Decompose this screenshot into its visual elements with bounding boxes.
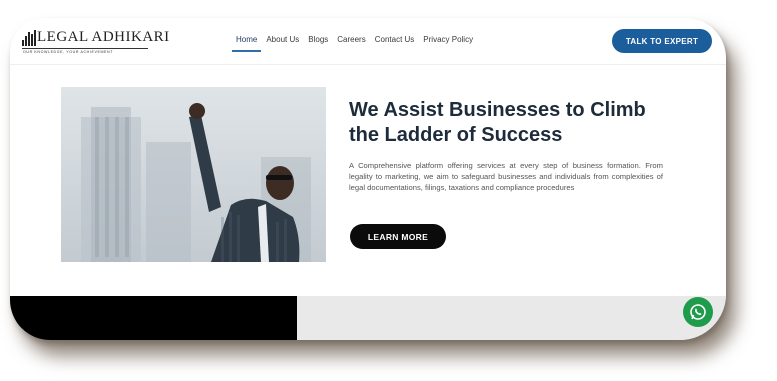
whatsapp-icon (690, 304, 706, 320)
main-nav: Home About Us Blogs Careers Contact Us P… (231, 34, 473, 52)
hero-title: We Assist Businesses to Climb the Ladder… (349, 99, 646, 146)
hero-description: A Comprehensive platform offering servic… (349, 161, 663, 192)
whatsapp-button[interactable] (683, 297, 713, 327)
nav-item-contact-us[interactable]: Contact Us (375, 34, 415, 50)
nav-item-home[interactable]: Home (231, 34, 262, 52)
site-header: LEGAL ADHIKARI OUR KNOWLEDGE, YOUR ACHIE… (10, 18, 726, 65)
logo-divider (22, 48, 148, 49)
page-card: LEGAL ADHIKARI OUR KNOWLEDGE, YOUR ACHIE… (10, 18, 726, 340)
nav-item-blogs[interactable]: Blogs (308, 34, 328, 50)
hero-illustration (61, 87, 326, 262)
hero-image (61, 87, 326, 262)
talk-to-expert-button[interactable]: TALK TO EXPERT (612, 29, 712, 53)
nav-item-careers[interactable]: Careers (337, 34, 365, 50)
logo-bars-icon (22, 30, 36, 46)
brand-name: LEGAL ADHIKARI (37, 29, 170, 45)
bottom-section-dark (10, 296, 297, 340)
brand-tagline: OUR KNOWLEDGE, YOUR ACHIEVEMENT (23, 50, 114, 54)
logo[interactable]: LEGAL ADHIKARI OUR KNOWLEDGE, YOUR ACHIE… (22, 26, 169, 58)
bottom-section-light (297, 296, 726, 340)
learn-more-button[interactable]: LEARN MORE (350, 224, 446, 249)
nav-item-privacy-policy[interactable]: Privacy Policy (423, 34, 473, 50)
nav-item-about-us[interactable]: About Us (266, 34, 299, 50)
